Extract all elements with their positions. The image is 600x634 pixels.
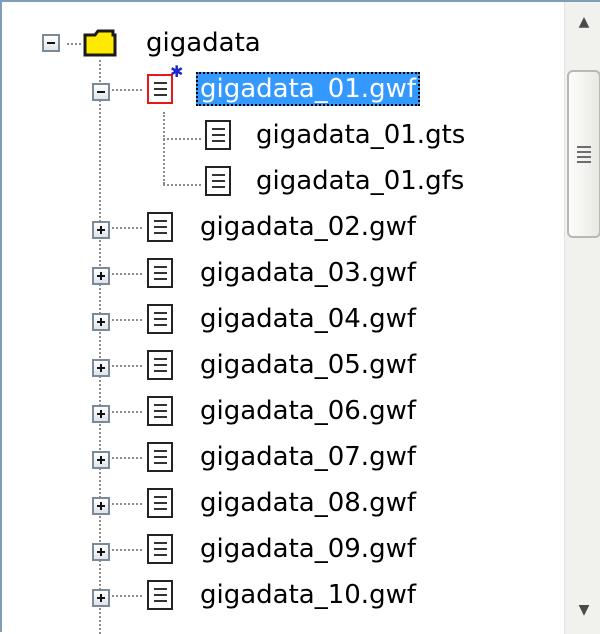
tree-child-row[interactable]: gigadata_01.gts xyxy=(2,112,562,158)
document-icon xyxy=(147,212,173,242)
collapse-button[interactable] xyxy=(42,34,60,52)
tree-item-row[interactable]: gigadata_08.gwf xyxy=(2,480,562,526)
tree-line xyxy=(112,89,142,91)
tree-item-label: gigadata_01.gwf xyxy=(196,72,420,106)
document-icon xyxy=(205,120,231,150)
tree-item-row[interactable]: gigadata_05.gwf xyxy=(2,342,562,388)
sparkle-icon: ✱ xyxy=(170,62,184,81)
tree-line xyxy=(112,595,142,597)
document-icon xyxy=(147,258,173,288)
document-icon xyxy=(147,442,173,472)
scroll-down-button[interactable]: ▼ xyxy=(567,590,600,630)
tree-line xyxy=(112,457,142,459)
up-arrow-icon: ▲ xyxy=(578,14,590,30)
vertical-scrollbar[interactable]: ▲ ▼ xyxy=(564,2,600,634)
tree-line xyxy=(112,319,142,321)
expand-button[interactable] xyxy=(92,451,110,469)
expand-button[interactable] xyxy=(92,543,110,561)
document-icon xyxy=(147,304,173,334)
grip-icon xyxy=(577,146,591,166)
document-icon xyxy=(147,580,173,610)
tree-item-label: gigadata_01.gfs xyxy=(256,166,465,196)
expand-button[interactable] xyxy=(92,405,110,423)
tree-item-label: gigadata_02.gwf xyxy=(200,212,416,242)
document-icon xyxy=(147,488,173,518)
tree-item-label: gigadata_05.gwf xyxy=(200,350,416,380)
tree-root-label: gigadata xyxy=(146,28,261,58)
tree-item-row[interactable]: gigadata_03.gwf xyxy=(2,250,562,296)
scroll-up-button[interactable]: ▲ xyxy=(567,2,600,42)
document-icon xyxy=(205,166,231,196)
tree-view-panel: gigadata ✱ gigadata_01.gwf gigadata_01.gts… xyxy=(0,0,600,634)
tree-line xyxy=(112,503,142,505)
expand-button[interactable] xyxy=(92,267,110,285)
expand-button[interactable] xyxy=(92,497,110,515)
tree-item-label: gigadata_04.gwf xyxy=(200,304,416,334)
collapse-button[interactable] xyxy=(92,83,110,101)
tree-item-row[interactable]: gigadata_02.gwf xyxy=(2,204,562,250)
tree-item-row[interactable]: gigadata_04.gwf xyxy=(2,296,562,342)
tree-item-row[interactable]: ✱ gigadata_01.gwf xyxy=(2,62,562,112)
expand-button[interactable] xyxy=(92,359,110,377)
expand-button[interactable] xyxy=(92,589,110,607)
file-tree[interactable]: gigadata ✱ gigadata_01.gwf gigadata_01.gts… xyxy=(2,2,564,634)
tree-item-row[interactable]: gigadata_10.gwf xyxy=(2,572,562,618)
tree-item-label: gigadata_03.gwf xyxy=(200,258,416,288)
tree-item-label: gigadata_07.gwf xyxy=(200,442,416,472)
tree-item-label: gigadata_10.gwf xyxy=(200,580,416,610)
tree-line xyxy=(112,227,142,229)
tree-line xyxy=(112,411,142,413)
tree-item-label: gigadata_06.gwf xyxy=(200,396,416,426)
document-icon xyxy=(147,534,173,564)
folder-icon xyxy=(83,29,117,57)
document-icon xyxy=(147,350,173,380)
document-icon xyxy=(147,396,173,426)
scroll-thumb[interactable] xyxy=(567,70,600,238)
tree-line xyxy=(112,549,142,551)
expand-button[interactable] xyxy=(92,313,110,331)
tree-item-label: gigadata_09.gwf xyxy=(200,534,416,564)
expand-button[interactable] xyxy=(92,221,110,239)
tree-item-label: gigadata_01.gts xyxy=(256,120,466,150)
tree-line xyxy=(112,365,142,367)
tree-item-row[interactable]: gigadata_06.gwf xyxy=(2,388,562,434)
tree-item-row[interactable]: gigadata_09.gwf xyxy=(2,526,562,572)
down-arrow-icon: ▼ xyxy=(578,602,590,618)
tree-item-label: gigadata_08.gwf xyxy=(200,488,416,518)
tree-line xyxy=(112,273,142,275)
tree-root-row[interactable]: gigadata xyxy=(2,20,562,66)
tree-child-row[interactable]: gigadata_01.gfs xyxy=(2,158,562,204)
tree-item-row[interactable]: gigadata_07.gwf xyxy=(2,434,562,480)
